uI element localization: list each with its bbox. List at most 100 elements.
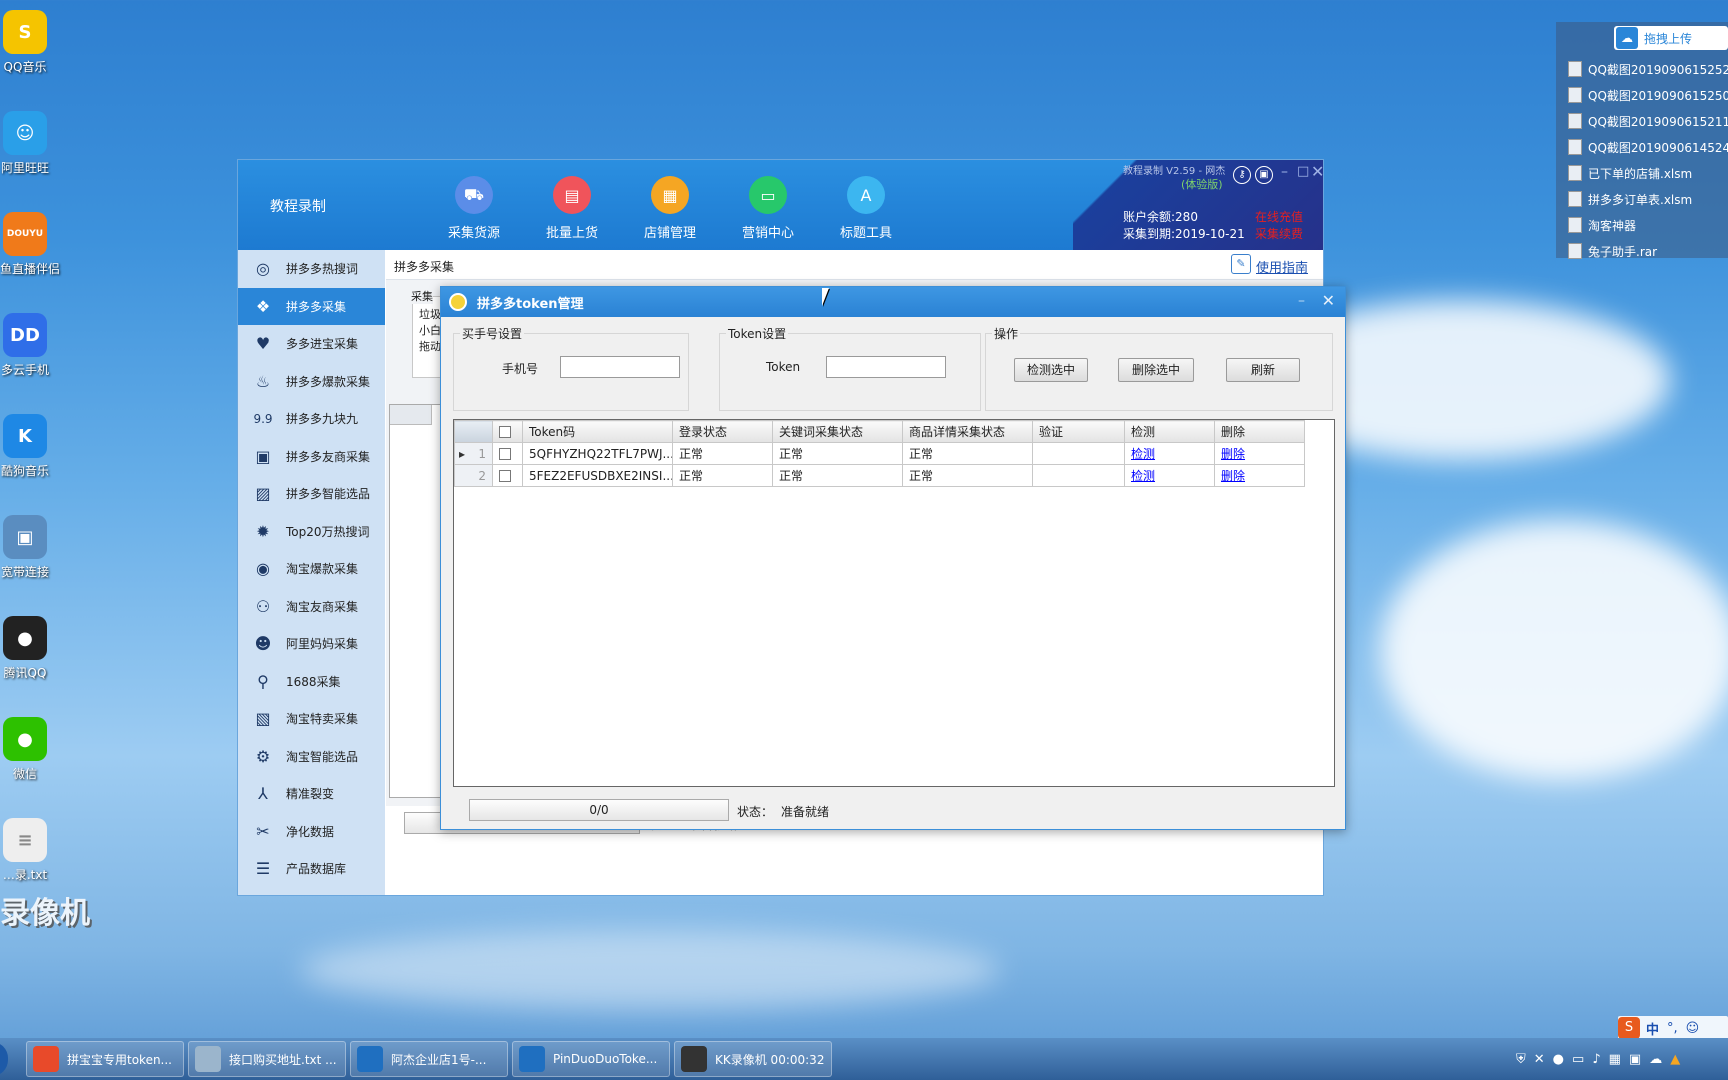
start-button[interactable] (0, 1042, 8, 1076)
dialog-titlebar[interactable]: 拼多多token管理 – ✕ (441, 287, 1345, 317)
file-item[interactable]: QQ截图2019090615211​5 (1556, 108, 1728, 134)
renew-link[interactable]: 采集续费 (1255, 225, 1303, 242)
sogou-icon[interactable]: S (1618, 1017, 1640, 1039)
sidebar-item[interactable]: ☰ 产品数据库 (238, 850, 385, 888)
taskbar-item[interactable]: 接口购买地址.txt ... (188, 1041, 346, 1077)
maximize-icon[interactable]: □ (1297, 164, 1309, 179)
desktop-icon[interactable]: DD 多云手机 (0, 313, 50, 378)
sidebar-item[interactable]: ⅄ 精准裂变 (238, 775, 385, 813)
table-row[interactable]: ▸ 1 5QFHYZHQ22TFL7PWJ... 正常 正常 正常 检测 删除 (454, 442, 1305, 465)
close-icon[interactable]: ✕ (1311, 162, 1324, 181)
row-checkbox[interactable] (499, 470, 511, 482)
desktop-icon[interactable]: ☺ 阿里旺旺 (0, 111, 50, 176)
delete-link[interactable]: 删除 (1214, 464, 1305, 487)
sidebar-item[interactable]: ▨ 拼多多智能选品 (238, 475, 385, 513)
nav-box-button[interactable]: ▤ 批量上货 (527, 176, 617, 241)
sidebar-item[interactable]: 9.9 拼多多九块九 (238, 400, 385, 438)
refresh-button[interactable]: 刷新 (1226, 358, 1300, 382)
sidebar-item[interactable]: ◉ 淘宝爆款采集 (238, 550, 385, 588)
file-item[interactable]: QQ截图20190906152500 (1556, 82, 1728, 108)
upload-button[interactable]: ☁ 拖拽上传 (1614, 26, 1728, 50)
desktop-icon[interactable]: ● 腾讯QQ (0, 616, 50, 681)
record-icon[interactable]: ● (1553, 1052, 1564, 1067)
minimize-icon[interactable]: – (1298, 293, 1305, 309)
file-item[interactable]: 已下单的店铺.xlsm (1556, 160, 1728, 186)
delete-link-text[interactable]: 删除 (1221, 447, 1245, 461)
desktop-icon[interactable]: ▣ 宽带连接 (0, 515, 50, 580)
delete-link-text[interactable]: 删除 (1221, 469, 1245, 483)
column-header[interactable]: 登录状态 (672, 420, 773, 443)
sidebar-item[interactable]: ⚙ 淘宝智能选品 (238, 738, 385, 776)
delete-selected-button[interactable]: 删除选中 (1118, 358, 1194, 382)
file-item[interactable]: 拼多多订单表.xlsm (1556, 186, 1728, 212)
network-icon[interactable]: ▦ (1609, 1052, 1621, 1067)
sidebar-item[interactable]: ▣ 拼多多友商采集 (238, 438, 385, 476)
chat-icon[interactable]: ☁ (1649, 1052, 1662, 1067)
sidebar-item[interactable]: ⚲ 1688采集 (238, 663, 385, 701)
sidebar-item[interactable]: ❖ 拼多多采集 (238, 287, 385, 325)
check-link[interactable]: 检测 (1124, 442, 1215, 465)
nav-text-button[interactable]: A 标题工具 (821, 176, 911, 241)
table-row[interactable]: 2 5FEZ2EFUSDBXE2INSI... 正常 正常 正常 检测 删除 (454, 464, 1305, 487)
volume-icon[interactable]: ♪ (1592, 1052, 1600, 1067)
sidebar-item[interactable]: ▧ 淘宝特卖采集 (238, 700, 385, 738)
sidebar-item[interactable]: ♨ 拼多多爆款采集 (238, 363, 385, 401)
network-tool-icon[interactable]: ✕ (1534, 1052, 1545, 1067)
desktop-icon[interactable]: S QQ音乐 (0, 10, 50, 75)
nav-clipboard-button[interactable]: ▦ 店铺管理 (625, 176, 715, 241)
sidebar-item[interactable]: ✹ Top20万热搜词 (238, 513, 385, 551)
check-link[interactable]: 检测 (1124, 464, 1215, 487)
nav-truck-button[interactable]: ⛟ 采集货源 (429, 176, 519, 241)
taskbar-item[interactable]: 阿杰企业店1号-... (350, 1041, 508, 1077)
help-icon[interactable]: ✎ (1231, 254, 1251, 274)
column-header[interactable]: Token码 (522, 420, 673, 443)
column-header[interactable]: 验证 (1032, 420, 1125, 443)
display-icon[interactable]: ▣ (1629, 1052, 1641, 1067)
check-selected-button[interactable]: 检测选中 (1014, 358, 1088, 382)
ime-mode[interactable]: 中 (1646, 1019, 1659, 1038)
column-header[interactable]: 关键词采集状态 (772, 420, 903, 443)
sidebar-item[interactable]: ☻ 阿里妈妈采集 (238, 625, 385, 663)
desktop-icon[interactable]: K 酷狗音乐 (0, 414, 50, 479)
phone-input[interactable] (560, 356, 680, 378)
delete-link[interactable]: 删除 (1214, 442, 1305, 465)
desktop-icon[interactable]: ● 微信 (0, 717, 50, 782)
check-link-text[interactable]: 检测 (1131, 469, 1155, 483)
column-header[interactable]: 商品详情采集状态 (902, 420, 1033, 443)
sidebar-item[interactable]: ◎ 拼多多热搜词 (238, 250, 385, 288)
sidebar-item[interactable]: ✂ 净化数据 (238, 813, 385, 851)
row-checkbox[interactable] (499, 448, 511, 460)
sidebar-item[interactable]: ⚇ 淘宝友商采集 (238, 588, 385, 626)
app-icon: ● (3, 616, 47, 660)
help-link[interactable]: 使用指南 (1256, 257, 1308, 276)
emoji-icon[interactable]: ☺ (1686, 1021, 1700, 1036)
shield-icon[interactable]: ⛨ (1516, 1052, 1526, 1067)
skin-icon[interactable]: ▣ (1255, 166, 1273, 184)
column-header[interactable]: 删除 (1214, 420, 1305, 443)
minimize-icon[interactable]: – (1281, 164, 1288, 180)
key-icon[interactable]: ⚷ (1233, 166, 1251, 184)
file-item[interactable]: 淘客神器 (1556, 212, 1728, 238)
file-item[interactable]: QQ截图20190906145248 (1556, 134, 1728, 160)
file-item[interactable]: 兔子助手.rar (1556, 238, 1728, 264)
taskbar-item[interactable]: 拼宝宝专用token... (26, 1041, 184, 1077)
row-checkbox-cell[interactable] (492, 464, 523, 487)
folder-icon[interactable]: ▭ (1572, 1052, 1584, 1067)
taskbar-item[interactable]: KK录像机 00:00:32 (674, 1041, 832, 1077)
nav-monitor-button[interactable]: ▭ 营销中心 (723, 176, 813, 241)
file-item[interactable]: QQ截图2019090615252​0 (1556, 56, 1728, 82)
alert-icon[interactable]: ▲ (1670, 1052, 1680, 1067)
column-header[interactable]: 检测 (1124, 420, 1215, 443)
desktop-icon[interactable]: DOUYU 鱼直播伴侣 (0, 212, 60, 277)
check-link-text[interactable]: 检测 (1131, 447, 1155, 461)
desktop-icon[interactable]: ≡ …录.txt (0, 818, 50, 883)
row-checkbox-cell[interactable] (492, 442, 523, 465)
token-input[interactable] (826, 356, 946, 378)
select-all-checkbox-cell[interactable] (492, 420, 523, 443)
close-icon[interactable]: ✕ (1322, 291, 1335, 310)
recharge-link[interactable]: 在线充值 (1255, 208, 1303, 225)
taskbar-item[interactable]: PinDuoDuoToke... (512, 1041, 670, 1077)
sidebar-item[interactable]: ♥ 多多进宝采集 (238, 325, 385, 363)
punctuation-icon[interactable]: °, (1667, 1021, 1678, 1036)
select-all-checkbox[interactable] (499, 426, 511, 438)
